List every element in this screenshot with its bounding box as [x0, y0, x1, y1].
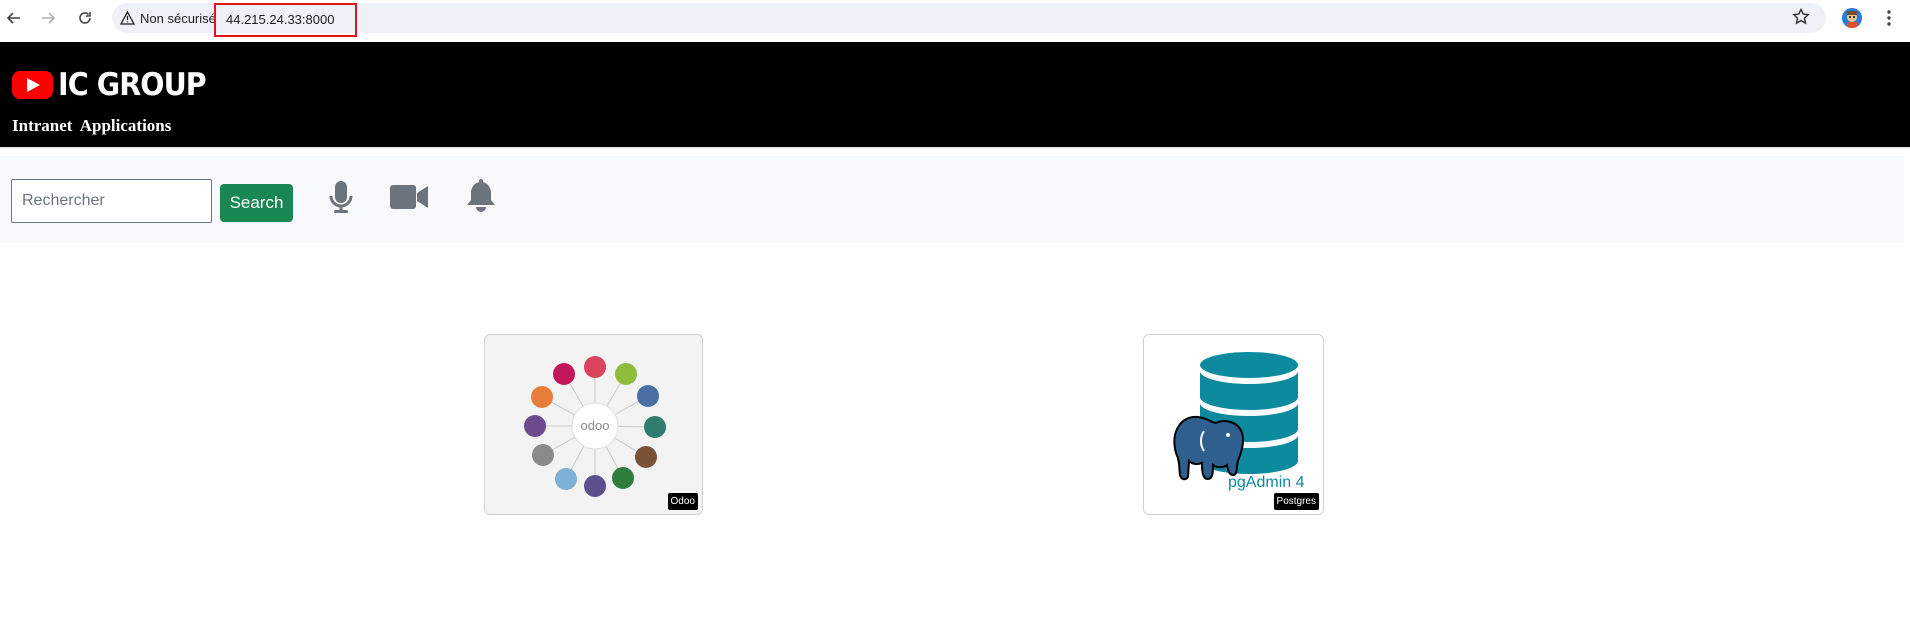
- pgadmin-logo: pgAdmin 4: [1144, 335, 1323, 514]
- page-subtitle: Intranet Applications: [12, 116, 172, 135]
- play-logo-icon: [12, 71, 53, 99]
- reload-icon[interactable]: [73, 6, 97, 30]
- profile-avatar[interactable]: [1842, 8, 1862, 28]
- forward-arrow-icon[interactable]: [36, 6, 60, 30]
- back-arrow-icon[interactable]: [2, 6, 26, 30]
- search-toolbar: Search: [0, 156, 1904, 243]
- elephant-icon: [1173, 415, 1245, 481]
- pgadmin-logo-text: pgAdmin 4: [1228, 474, 1305, 491]
- more-vert-icon[interactable]: [1886, 8, 1892, 33]
- app-card-postgres[interactable]: pgAdmin 4 Postgres: [1143, 334, 1324, 515]
- app-card-odoo[interactable]: odoo Odoo: [484, 334, 703, 515]
- header-divider: [0, 147, 1910, 149]
- browser-toolbar: Non sécurisé 44.215.24.33:8000: [0, 0, 1910, 37]
- url-text[interactable]: 44.215.24.33:8000: [226, 12, 334, 27]
- search-input[interactable]: [11, 179, 212, 223]
- video-camera-icon[interactable]: [390, 184, 428, 215]
- security-label[interactable]: Non sécurisé: [140, 11, 216, 26]
- odoo-center-text: odoo: [581, 418, 610, 433]
- brand-logo[interactable]: IC GROUP: [12, 67, 219, 103]
- address-bar[interactable]: [112, 3, 1826, 33]
- microphone-icon[interactable]: [328, 180, 354, 221]
- odoo-modules-diagram: odoo: [485, 335, 702, 514]
- star-icon[interactable]: [1791, 7, 1811, 32]
- warning-icon[interactable]: [119, 10, 136, 30]
- brand-title: IC GROUP: [58, 67, 207, 103]
- app-badge-odoo: Odoo: [667, 493, 698, 510]
- search-button[interactable]: Search: [220, 184, 293, 222]
- site-header: IC GROUP Intranet Applications: [0, 42, 1910, 147]
- app-badge-postgres: Postgres: [1273, 493, 1319, 510]
- bell-icon[interactable]: [466, 179, 496, 218]
